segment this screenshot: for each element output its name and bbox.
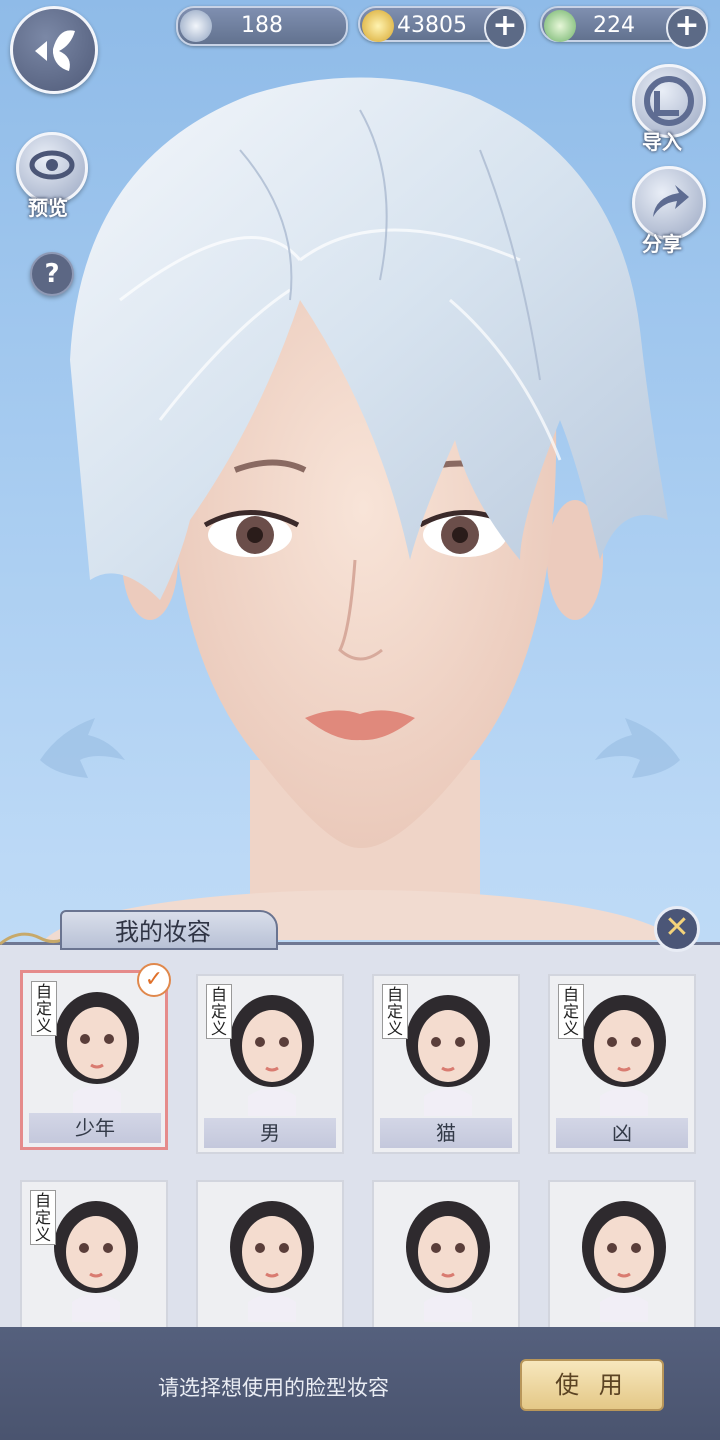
custom-badge: 自定义 bbox=[30, 1190, 56, 1245]
rotate-right-arrow-icon bbox=[595, 718, 680, 778]
add-jade-button[interactable]: + bbox=[666, 7, 708, 49]
custom-badge: 自定义 bbox=[206, 984, 232, 1039]
selected-check-icon: ✓ bbox=[137, 963, 171, 997]
preset-name: 少年 bbox=[29, 1113, 161, 1143]
face-thumbnail bbox=[406, 1201, 490, 1322]
currency-copper-value: 43805 bbox=[397, 13, 467, 38]
use-button[interactable]: 使 用 bbox=[520, 1359, 664, 1411]
character-face-render bbox=[40, 77, 680, 940]
preset-card[interactable]: 自定义 凶 bbox=[548, 974, 696, 1154]
close-panel-button[interactable]: ✕ bbox=[654, 906, 700, 952]
back-button[interactable] bbox=[10, 6, 98, 94]
help-icon: ? bbox=[44, 259, 60, 289]
preset-name: 猫 bbox=[380, 1118, 512, 1148]
import-arrow-icon bbox=[644, 76, 694, 126]
close-icon: ✕ bbox=[664, 910, 690, 945]
help-button[interactable]: ? bbox=[30, 252, 74, 296]
silver-feather-coin-icon bbox=[180, 10, 212, 42]
share-arrow-icon bbox=[653, 185, 689, 217]
copper-coin-icon bbox=[362, 10, 394, 42]
character-preview[interactable] bbox=[0, 0, 720, 940]
preset-name: 男 bbox=[204, 1118, 336, 1148]
jade-dragon-coin-icon bbox=[544, 10, 576, 42]
preset-card[interactable]: 自定义 猫 bbox=[372, 974, 520, 1154]
selection-hint: 请选择想使用的脸型妆容 bbox=[158, 1376, 389, 1400]
face-thumbnail bbox=[230, 1201, 314, 1322]
currency-copper: 43805 + bbox=[358, 6, 526, 49]
face-thumbnail bbox=[582, 1201, 666, 1322]
rotate-left-arrow-icon bbox=[40, 718, 125, 778]
currency-jade: 224 + bbox=[540, 6, 708, 49]
preset-card[interactable]: 自定义 少年 ✓ bbox=[20, 963, 171, 1150]
share-label: 分享 bbox=[642, 232, 682, 256]
preset-name: 凶 bbox=[556, 1118, 688, 1148]
currency-silver: 188 bbox=[176, 6, 348, 46]
import-label: 导入 bbox=[642, 130, 682, 154]
currency-jade-value: 224 bbox=[593, 13, 635, 38]
preview-label: 预览 bbox=[28, 196, 68, 220]
custom-badge: 自定义 bbox=[31, 981, 57, 1036]
add-copper-button[interactable]: + bbox=[484, 7, 526, 49]
currency-silver-value: 188 bbox=[241, 13, 283, 38]
custom-badge: 自定义 bbox=[558, 984, 584, 1039]
panel-title: 我的妆容 bbox=[115, 918, 211, 946]
preset-card[interactable]: 自定义 男 bbox=[196, 974, 344, 1154]
butterfly-back-icon bbox=[35, 30, 75, 72]
custom-badge: 自定义 bbox=[382, 984, 408, 1039]
